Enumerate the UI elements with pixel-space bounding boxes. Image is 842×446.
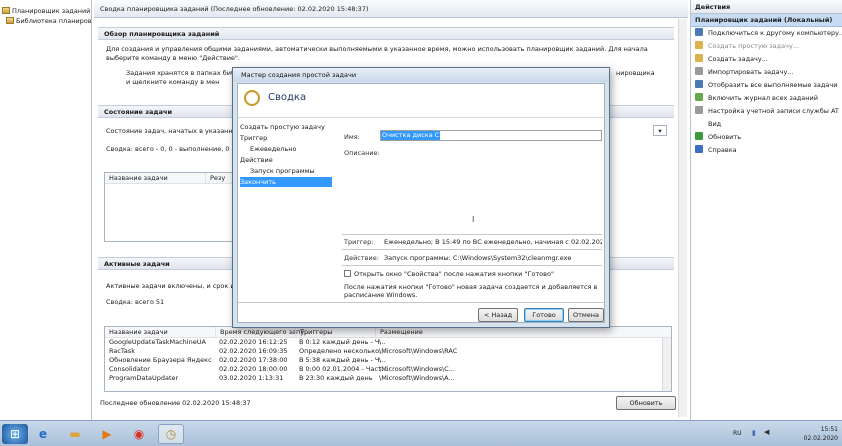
taskbar: ⊞ e ▬ ▶ ◉ ◷ RU ▮ ◀ 15:51 02.02.2020 — [0, 420, 842, 446]
description-field[interactable] — [380, 146, 602, 234]
divider — [342, 265, 602, 266]
action-icon — [695, 119, 703, 127]
action-icon — [695, 106, 703, 114]
step-start-program: Запуск программы — [250, 167, 315, 175]
internet-explorer-icon[interactable]: e — [30, 424, 56, 444]
action-item[interactable]: Настройка учетной записи службы AT — [691, 105, 842, 118]
wizard-header: Сводка — [238, 84, 604, 118]
action-icon — [695, 28, 703, 36]
table-row[interactable]: GoogleUpdateTaskMachineUA 02.02.2020 16:… — [105, 338, 671, 347]
finish-note: После нажатия кнопки "Готово" новая зада… — [344, 283, 598, 299]
col-triggers[interactable]: Триггеры — [295, 327, 332, 338]
windows-logo-icon: ⊞ — [9, 427, 21, 441]
action-icon — [695, 67, 703, 75]
actions-header: Действия — [691, 0, 842, 14]
file-explorer-icon[interactable]: ▬ — [62, 424, 88, 444]
trigger-label: Триггер: — [344, 238, 374, 246]
action-icon — [695, 93, 703, 101]
tree-item-library[interactable]: Библиотека планировщ — [0, 16, 91, 26]
back-button[interactable]: < Назад — [478, 308, 518, 322]
active-tasks-summary: Сводка: всего 51 — [106, 298, 165, 306]
step-trigger: Триггер — [240, 134, 268, 142]
divider — [342, 234, 602, 235]
wizard-body: Сводка Создать простую задачу Триггер Еж… — [237, 83, 605, 323]
media-player-icon[interactable]: ▶ — [94, 424, 120, 444]
start-button[interactable]: ⊞ — [2, 424, 28, 444]
actions-subheader[interactable]: Планировщик заданий (Локальный) — [691, 14, 842, 27]
divider — [238, 302, 604, 303]
action-item[interactable]: Создать задачу... — [691, 53, 842, 66]
action-value: Запуск программы: C:\Windows\System32\cl… — [384, 254, 572, 262]
wizard-title[interactable]: Мастер создания простой задачи — [233, 68, 609, 82]
col-location[interactable]: Размещение — [375, 327, 423, 338]
clock-icon — [244, 90, 260, 106]
actions-pane: Действия Планировщик заданий (Локальный)… — [690, 0, 842, 420]
action-item[interactable]: Подключиться к другому компьютеру... — [691, 27, 842, 40]
network-icon[interactable]: ▮ — [752, 429, 756, 437]
name-field[interactable]: Очистка диска С — [380, 130, 602, 141]
action-item[interactable]: Создать простую задачу... — [691, 40, 842, 53]
pane-scrollbar[interactable] — [678, 19, 687, 417]
tree-item-scheduler-local[interactable]: Планировщик заданий (Локал — [0, 6, 91, 16]
action-icon — [695, 41, 703, 49]
divider — [342, 249, 602, 250]
action-item[interactable]: Отобразить все выполняемые задачи — [691, 79, 842, 92]
speaker-icon[interactable]: ◀ — [764, 428, 769, 436]
action-label: Действие: — [344, 254, 379, 262]
step-weekly: Ежеведельно — [250, 145, 297, 153]
finish-button[interactable]: Готово — [524, 308, 564, 322]
summary-title: Сводка планировщика заданий (Последнее о… — [94, 0, 688, 18]
navigation-tree: Планировщик заданий (Локал Библиотека пл… — [0, 0, 92, 420]
overview-section-header[interactable]: Обзор планировщика заданий — [98, 27, 674, 40]
description-label: Описание: — [344, 149, 380, 157]
folder-icon — [6, 17, 14, 24]
language-indicator[interactable]: RU — [733, 430, 742, 437]
active-tasks-table: Название задачи Время следующего запу...… — [104, 326, 672, 392]
col-task-name[interactable]: Название задачи — [105, 327, 168, 338]
period-dropdown[interactable]: ▾ — [653, 125, 667, 136]
open-properties-checkbox[interactable]: Открыть окно "Свойства" после нажатия кн… — [344, 270, 554, 278]
table-scrollbar[interactable] — [662, 338, 671, 391]
action-item[interactable]: Вид — [691, 118, 842, 131]
action-icon — [695, 145, 703, 153]
chrome-icon[interactable]: ◉ — [126, 424, 152, 444]
action-icon — [695, 54, 703, 62]
wizard-header-title: Сводка — [268, 92, 307, 103]
chevron-down-icon: ▾ — [658, 127, 662, 135]
last-updated-text: Последнее обновление 02.02.2020 15:48:37 — [100, 399, 251, 407]
overview-text-storage: Задания хранятся в папках библи и щелкни… — [126, 69, 244, 86]
status-col-name[interactable]: Название задачи — [105, 173, 168, 184]
text-cursor-icon: I — [472, 215, 475, 224]
name-label: Имя: — [344, 133, 360, 141]
table-row[interactable]: Обновление Браузера Яндекс 02.02.2020 17… — [105, 356, 671, 365]
status-table: Название задачи Резу — [104, 172, 234, 242]
overview-text: Для создания и управления общими задания… — [106, 45, 648, 62]
action-list: Подключиться к другому компьютеру... Созд… — [691, 27, 842, 157]
action-item[interactable]: Включить журнал всех заданий — [691, 92, 842, 105]
status-col-result[interactable]: Резу — [205, 173, 225, 184]
action-item[interactable]: Обновить — [691, 131, 842, 144]
action-icon — [695, 80, 703, 88]
clock-icon — [2, 7, 10, 14]
cancel-button[interactable]: Отмена — [568, 308, 604, 322]
action-item[interactable]: Справка — [691, 144, 842, 157]
overview-text-tail: нировщика — [616, 69, 655, 77]
table-row[interactable]: ProgramDataUpdater 03.02.2020 1:13:31 В … — [105, 374, 671, 383]
create-task-wizard: Мастер создания простой задачи Сводка Со… — [232, 67, 610, 328]
trigger-value: Еженедельно; В 15:49 по ВС еженедельно, … — [384, 238, 602, 246]
table-row[interactable]: RacTask 02.02.2020 16:09:35 Определено н… — [105, 347, 671, 356]
refresh-button[interactable]: Обновить — [616, 396, 676, 410]
action-item[interactable]: Импортировать задачу... — [691, 66, 842, 79]
clock[interactable]: 15:51 02.02.2020 — [804, 425, 838, 443]
table-row[interactable]: Consolidator 02.02.2020 18:00:00 В 0:00 … — [105, 365, 671, 374]
action-icon — [695, 132, 703, 140]
step-finish: Закончить — [240, 177, 332, 187]
task-scheduler-taskbar-icon[interactable]: ◷ — [158, 424, 184, 444]
step-action: Действие — [240, 156, 273, 164]
step-create-simple-task: Создать простую задачу — [240, 123, 325, 131]
checkbox-icon — [344, 270, 351, 277]
status-summary-text: Сводка: всего - 0, 0 - выполнение, 0 - у… — [106, 145, 252, 153]
